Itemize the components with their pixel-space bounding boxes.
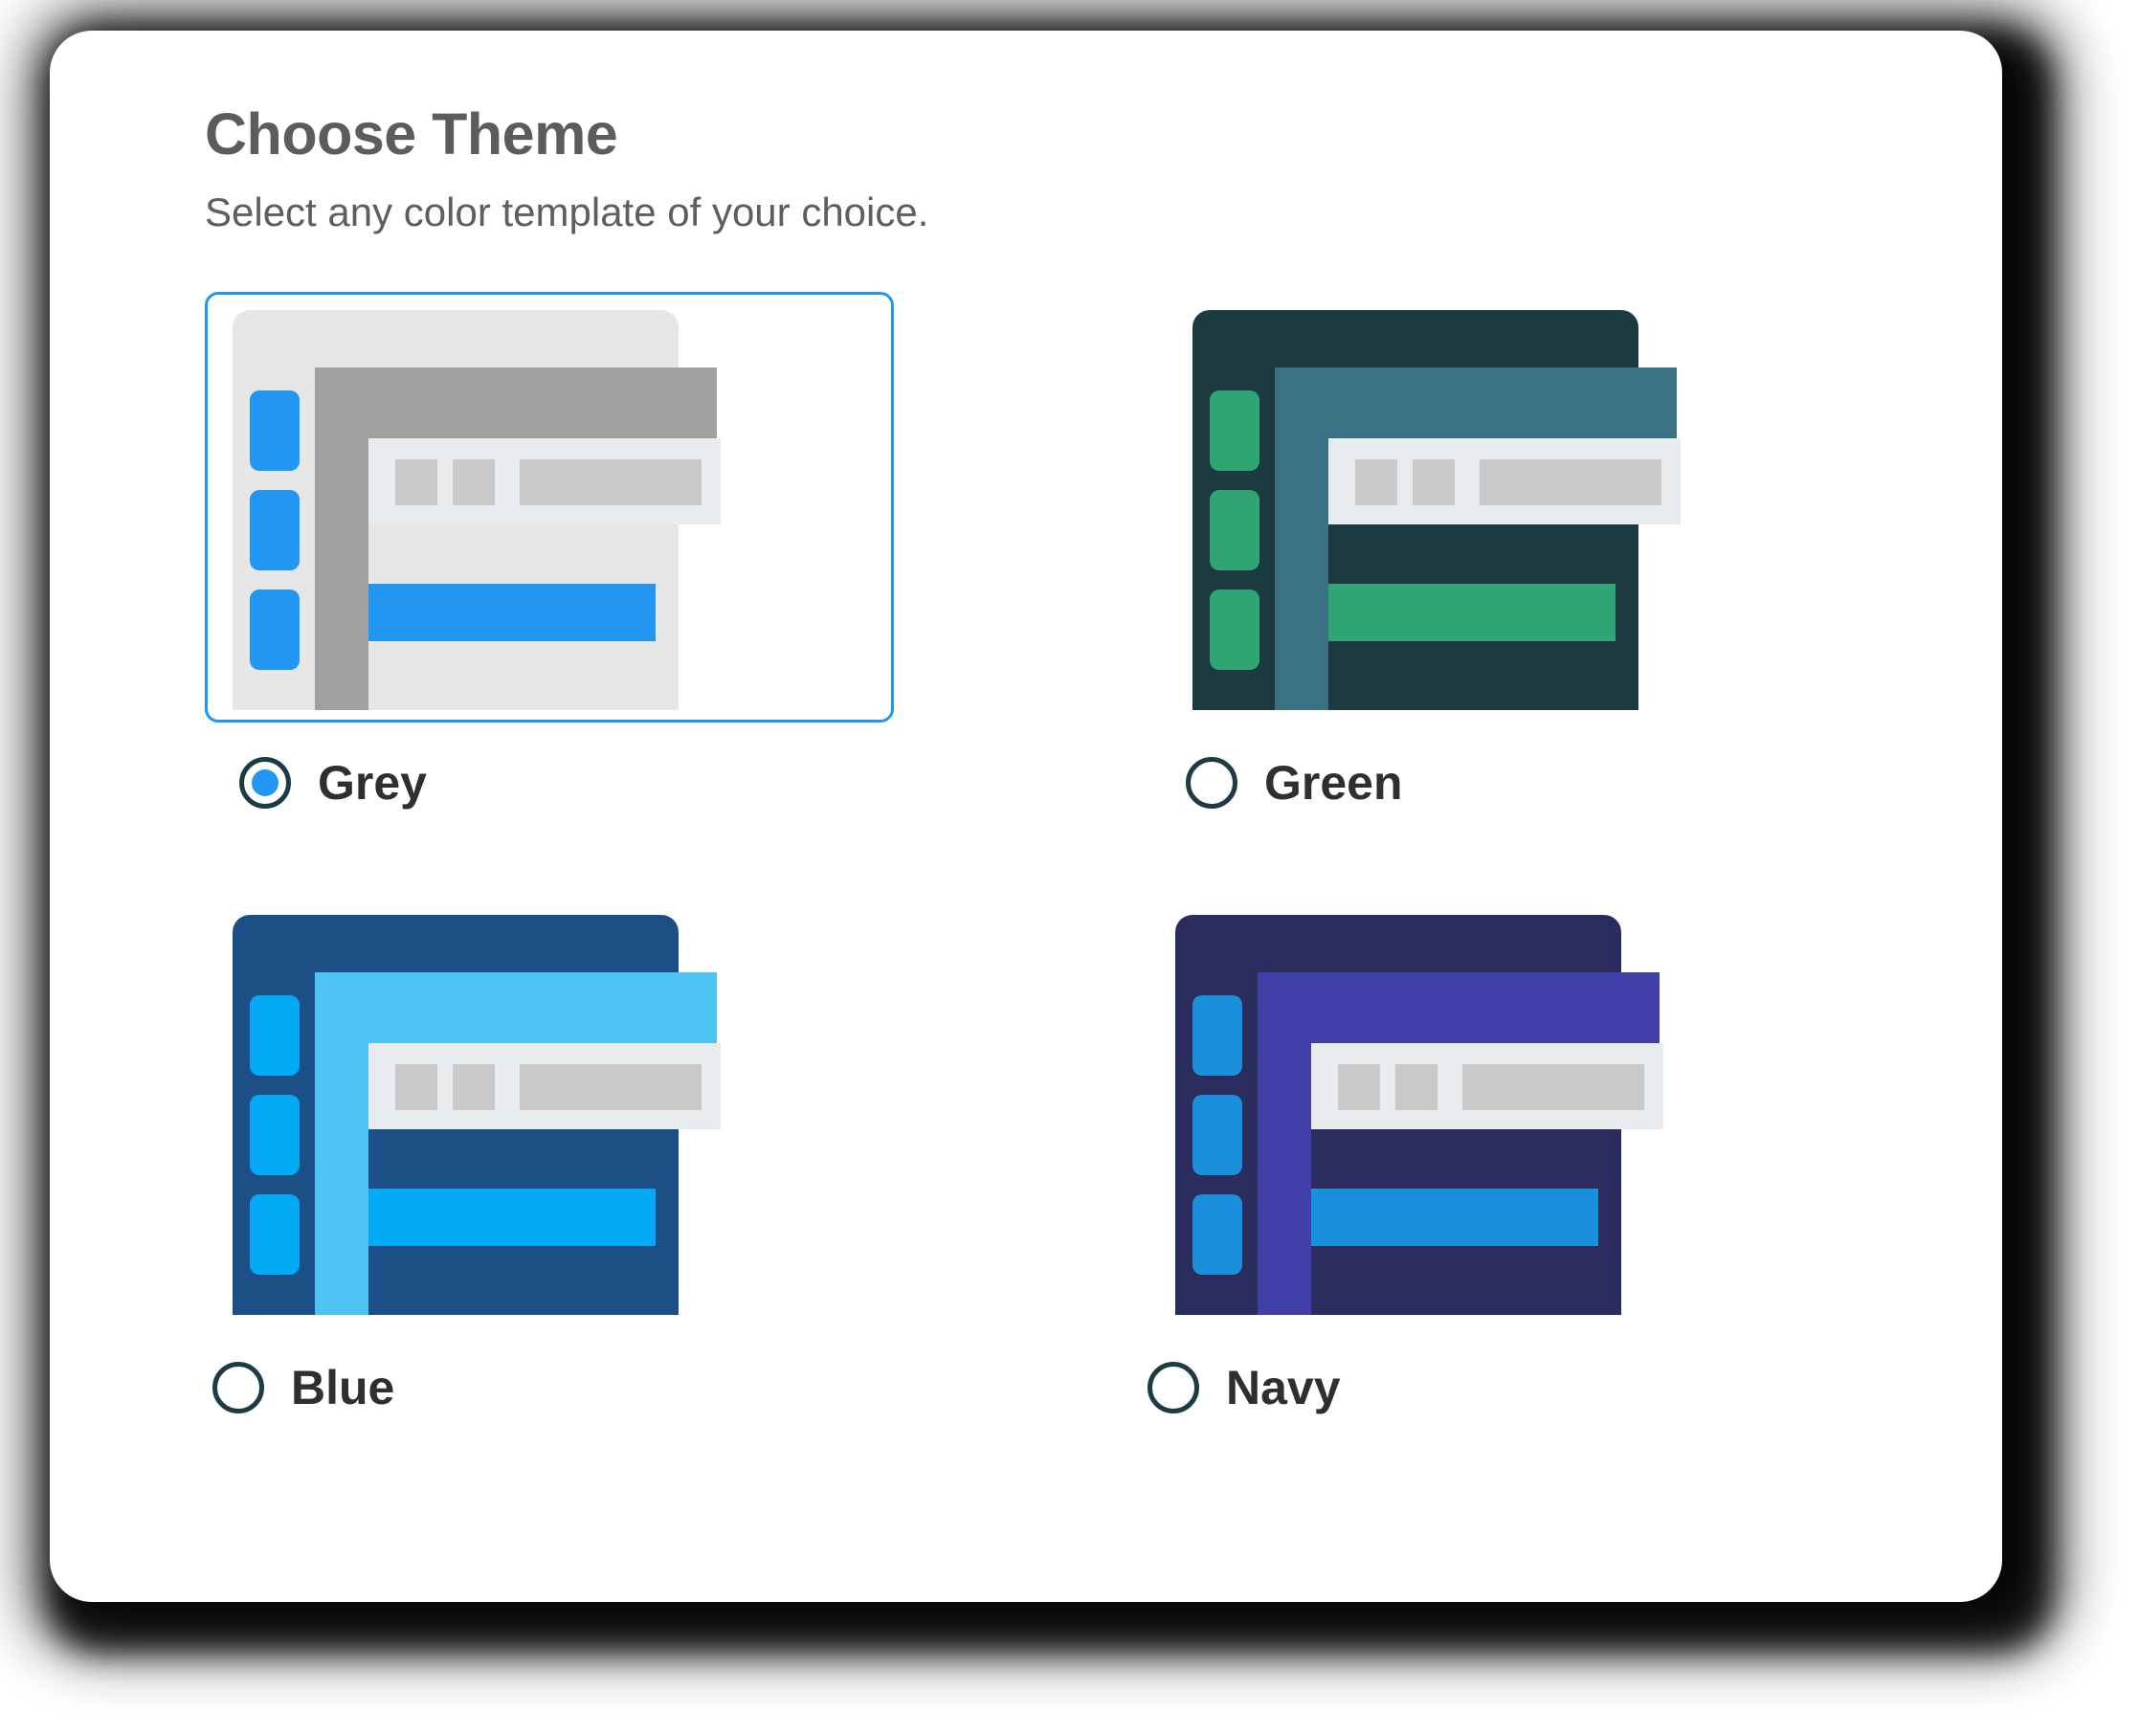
mock-toolbar-chip-1 (1338, 1064, 1380, 1110)
page-subtitle: Select any color template of your choice… (205, 189, 929, 234)
mock-nav-block-1 (1210, 390, 1259, 471)
mock-toolbar-chip-2 (453, 459, 495, 505)
theme-option-blue[interactable]: Blue (205, 897, 918, 1413)
theme-radio-row-navy[interactable]: Navy (1147, 1362, 1860, 1413)
mock-toolbar-chip-3 (520, 459, 702, 505)
mock-toolbar-chip-2 (453, 1064, 495, 1110)
mock-top-bar (315, 972, 717, 1043)
mock-toolbar-chip-3 (520, 1064, 702, 1110)
choose-theme-dialog: Choose Theme Select any color template o… (50, 31, 2002, 1602)
mock-toolbar-chip-2 (1395, 1064, 1437, 1110)
mock-nav-block-3 (250, 1194, 300, 1275)
radio-button-blue[interactable] (212, 1362, 264, 1413)
theme-option-green[interactable]: Green (1147, 292, 1860, 809)
mock-toolbar-chip-2 (1413, 459, 1455, 505)
mock-nav-block-3 (1210, 590, 1259, 670)
mock-top-bar (1275, 367, 1677, 438)
theme-preview-mock-blue (208, 900, 891, 1324)
mock-nav-block-1 (1192, 995, 1242, 1076)
theme-preview-mock-green (1168, 295, 1851, 720)
theme-preview-mock-navy (1150, 900, 1834, 1324)
mock-toolbar-chip-1 (395, 1064, 437, 1110)
mock-toolbar-chip-3 (1462, 1064, 1644, 1110)
theme-preview-green[interactable] (1165, 292, 1854, 723)
theme-label-green: Green (1264, 756, 1403, 810)
mock-top-bar (315, 367, 717, 438)
mock-nav-block-2 (250, 1095, 300, 1175)
page-title: Choose Theme (205, 101, 618, 167)
theme-preview-navy[interactable] (1147, 897, 1837, 1327)
theme-radio-row-grey[interactable]: Grey (239, 757, 918, 809)
radio-button-green[interactable] (1186, 757, 1237, 809)
mock-primary-bar (1311, 1189, 1598, 1246)
mock-nav-block-1 (250, 390, 300, 471)
theme-radio-row-green[interactable]: Green (1186, 757, 1860, 809)
mock-nav-block-3 (1192, 1194, 1242, 1275)
radio-button-grey[interactable] (239, 757, 291, 809)
screen: Choose Theme Select any color template o… (0, 0, 2139, 1736)
theme-preview-blue[interactable] (205, 897, 894, 1327)
mock-nav-block-1 (250, 995, 300, 1076)
mock-nav-block-3 (250, 590, 300, 670)
theme-preview-mock-grey (208, 295, 891, 720)
mock-nav-block-2 (250, 490, 300, 570)
theme-label-blue: Blue (291, 1361, 395, 1414)
mock-nav-block-2 (1192, 1095, 1242, 1175)
mock-toolbar-chip-3 (1480, 459, 1661, 505)
mock-toolbar-chip-1 (395, 459, 437, 505)
mock-top-bar (1258, 972, 1660, 1043)
theme-preview-grey[interactable] (205, 292, 894, 723)
mock-primary-bar (368, 584, 656, 641)
theme-radio-row-blue[interactable]: Blue (212, 1362, 918, 1413)
mock-nav-block-2 (1210, 490, 1259, 570)
radio-dot-icon (252, 769, 279, 796)
radio-button-navy[interactable] (1147, 1362, 1199, 1413)
theme-option-grey[interactable]: Grey (205, 292, 918, 809)
theme-option-navy[interactable]: Navy (1147, 897, 1860, 1413)
theme-option-grid: Grey Green Blue Navy (205, 292, 1880, 1413)
mock-primary-bar (368, 1189, 656, 1246)
mock-toolbar-chip-1 (1355, 459, 1397, 505)
theme-label-grey: Grey (318, 756, 427, 810)
theme-label-navy: Navy (1226, 1361, 1341, 1414)
mock-primary-bar (1328, 584, 1615, 641)
